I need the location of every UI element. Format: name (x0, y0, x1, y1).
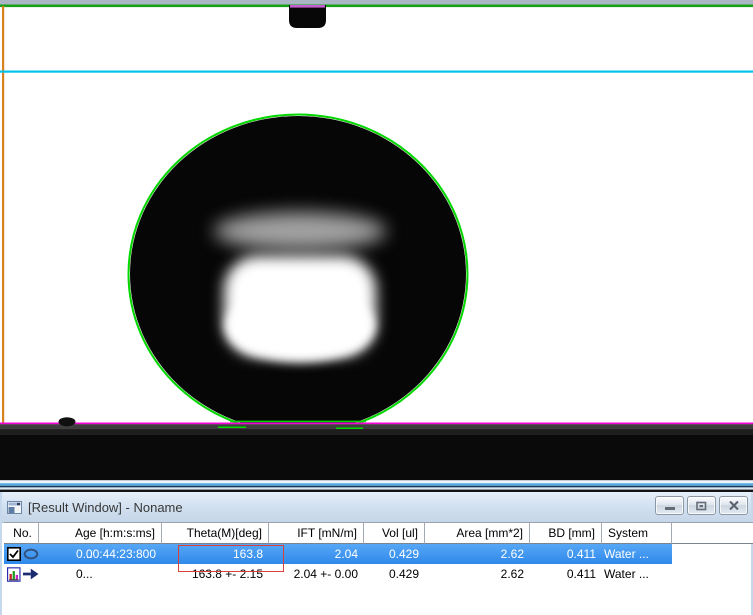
contour-step-right (336, 427, 363, 429)
ellipse-method-icon (23, 548, 39, 560)
header-no[interactable]: No. (4, 523, 39, 544)
cell-vol: 0.429 (388, 547, 419, 561)
droplet-image (0, 0, 753, 492)
top-reference-line (0, 4, 753, 8)
cell-ift: 2.04 (334, 547, 358, 561)
header-area[interactable]: Area [mm*2] (425, 523, 530, 544)
cell-theta: 163.8 (232, 547, 263, 561)
header-ift[interactable]: IFT [mN/m] (269, 523, 364, 544)
table-row-mean[interactable]: 0... 163.8 +- 2.15 2.04 +- 0.00 0.429 2.… (4, 564, 753, 584)
cell-vol: 0.429 (388, 567, 419, 581)
minimize-icon (664, 507, 675, 510)
surface-bump (58, 417, 76, 427)
cell-bd: 0.411 (566, 567, 596, 581)
substrate-texture (0, 424, 753, 430)
needle-marker-line (290, 5, 325, 8)
droplet-upper-glow (214, 212, 386, 250)
results-table: No. Age [h:m:s:ms] Theta(M)[deg] IFT [mN… (4, 522, 753, 584)
minimize-button[interactable] (655, 496, 684, 515)
video-frame-blue (0, 483, 753, 486)
statistics-chart-icon (7, 566, 21, 582)
droplet (127, 113, 469, 423)
restore-icon (696, 501, 707, 510)
header-theta[interactable]: Theta(M)[deg] (162, 523, 269, 544)
baseline-line (0, 422, 753, 425)
window-icon (7, 500, 22, 514)
left-edge-line (2, 6, 5, 423)
header-filler (672, 523, 753, 544)
result-window-titlebar[interactable]: [Result Window] - Noname (2, 492, 751, 523)
droplet-highlight-lower (226, 290, 374, 362)
row1-icons (4, 547, 39, 561)
row2-icons (4, 566, 39, 582)
header-vol[interactable]: Vol [ul] (364, 523, 425, 544)
header-bd[interactable]: BD [mm] (530, 523, 602, 544)
close-button[interactable] (719, 496, 748, 515)
substrate-texture-2 (0, 429, 753, 435)
video-frame-navy (0, 485, 753, 488)
top-band (0, 0, 753, 5)
level-line (0, 70, 753, 73)
contour-step-left (218, 426, 246, 428)
cell-age: 0... 00:44:23:800 (76, 547, 156, 561)
table-header-row: No. Age [h:m:s:ms] Theta(M)[deg] IFT [mN… (4, 522, 753, 544)
cell-theta: 163.8 +- 2.15 (191, 567, 263, 581)
video-frame-pale (0, 487, 753, 490)
needle-tip (289, 5, 326, 28)
cell-no: 0... (76, 547, 93, 561)
contour-baseline-segment (230, 420, 366, 423)
cell-area: 2.62 (500, 547, 524, 561)
cell-system: Water ... (604, 567, 649, 581)
checkbox-checked-icon[interactable] (7, 547, 21, 561)
header-system[interactable]: System (602, 523, 672, 544)
arrow-right-icon (22, 568, 39, 580)
close-icon (728, 501, 739, 510)
camera-view (0, 0, 753, 492)
table-row-selected[interactable]: 0... 00:44:23:800 163.8 2.04 0.429 2.62 … (4, 544, 753, 564)
cell-ift: 2.04 +- 0.00 (293, 567, 358, 581)
window-title: [Result Window] - Noname (28, 499, 183, 515)
video-frame-light (0, 480, 753, 484)
cell-area: 2.62 (500, 567, 524, 581)
cell-no: 0... (76, 567, 93, 581)
cell-bd: 0.411 (566, 547, 596, 561)
result-window: [Result Window] - Noname No. Age [h:m:s:… (0, 492, 753, 615)
header-age[interactable]: Age [h:m:s:ms] (39, 523, 162, 544)
cell-system: Water ... (604, 547, 649, 561)
contact-angle-app: [Result Window] - Noname No. Age [h:m:s:… (0, 0, 753, 615)
restore-button[interactable] (687, 496, 716, 515)
